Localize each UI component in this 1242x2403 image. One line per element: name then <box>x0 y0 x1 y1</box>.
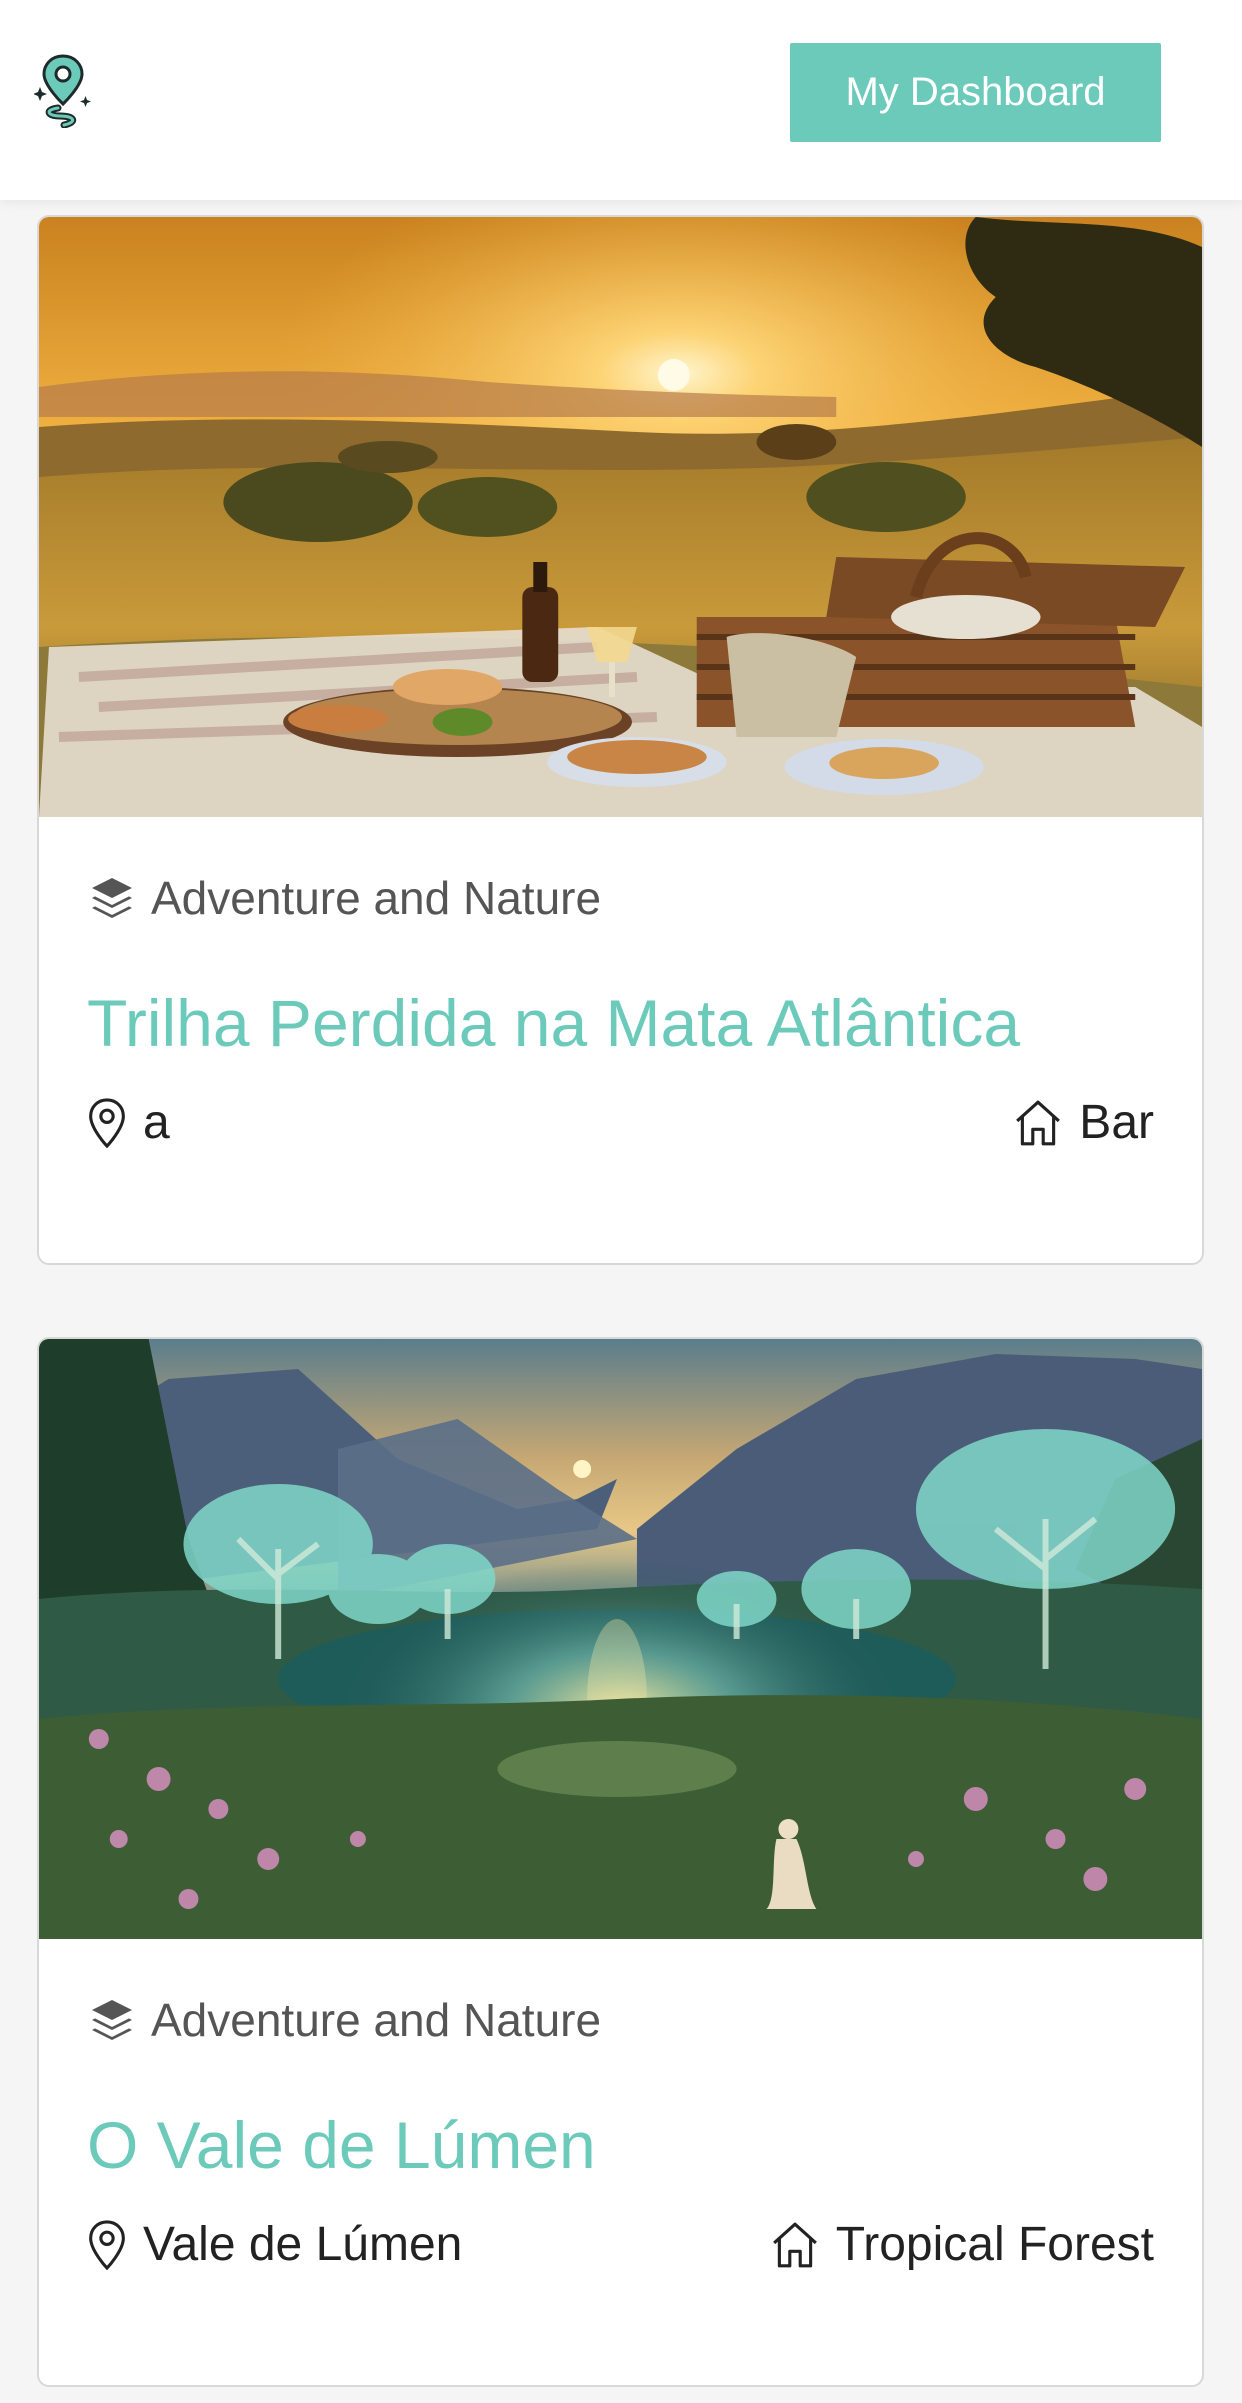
event-title[interactable]: Trilha Perdida na Mata Atlântica <box>87 985 1020 1061</box>
event-title[interactable]: O Vale de Lúmen <box>87 2107 596 2183</box>
event-category-label: Adventure and Nature <box>151 1994 602 2046</box>
logo-icon[interactable] <box>33 52 92 129</box>
house-icon <box>1013 1098 1063 1148</box>
event-location-label: a <box>143 1096 170 1149</box>
event-category: Adventure and Nature <box>87 1993 601 2047</box>
event-venue: Tropical Forest <box>770 2217 1154 2272</box>
event-card[interactable]: Adventure and Nature O Vale de Lúmen Val… <box>37 1337 1204 2387</box>
my-dashboard-button[interactable]: My Dashboard <box>790 43 1161 142</box>
event-card-body: Adventure and Nature Trilha Perdida na M… <box>39 817 1202 1263</box>
event-location: Vale de Lúmen <box>87 2217 462 2272</box>
layers-icon <box>87 1996 137 2044</box>
map-pin-icon <box>87 1097 127 1148</box>
event-card[interactable]: Adventure and Nature Trilha Perdida na M… <box>37 215 1204 1265</box>
house-icon <box>770 2220 820 2270</box>
event-image[interactable] <box>39 217 1202 817</box>
event-category: Adventure and Nature <box>87 871 601 925</box>
event-image[interactable] <box>39 1339 1202 1939</box>
event-location-label: Vale de Lúmen <box>143 2218 463 2271</box>
event-location: a <box>87 1095 170 1150</box>
event-card-body: Adventure and Nature O Vale de Lúmen Val… <box>39 1939 1202 2385</box>
layers-icon <box>87 874 137 922</box>
event-venue: Bar <box>1013 1095 1154 1150</box>
top-header: My Dashboard <box>0 0 1242 200</box>
event-venue-label: Bar <box>1079 1096 1154 1149</box>
map-pin-icon <box>87 2219 127 2270</box>
event-venue-label: Tropical Forest <box>835 2218 1154 2271</box>
event-category-label: Adventure and Nature <box>151 872 602 924</box>
